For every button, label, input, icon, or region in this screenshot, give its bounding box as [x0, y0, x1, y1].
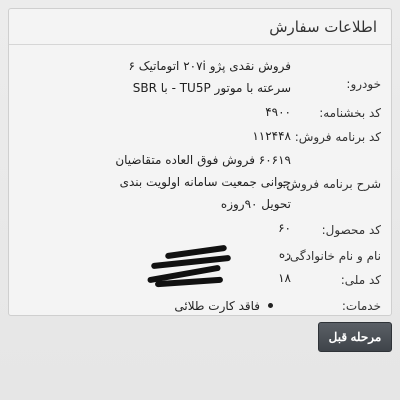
services-item-text: فاقد کارت طلائی — [174, 298, 260, 313]
vehicle-line-1: فروش نقدی پژو ۲۰۷i اتوماتیک ۶ — [128, 59, 291, 73]
vehicle-line-2: سرعته با موتور TU5P - با SBR — [132, 81, 291, 95]
order-details: خودرو: فروش نقدی پژو ۲۰۷i اتوماتیک ۶ سرع… — [9, 49, 391, 315]
services-label: خدمات: — [341, 299, 381, 313]
sale-program-desc-label: شرح برنامه فروش: — [282, 177, 381, 191]
services-list-item: فاقد کارت طلائی — [174, 295, 273, 317]
previous-step-button[interactable]: مرحله قبل — [318, 322, 392, 352]
vehicle-label: خودرو: — [346, 77, 381, 91]
national-id-label: کد ملی: — [340, 273, 381, 287]
product-code-label: کد محصول: — [321, 223, 381, 237]
panel-title: اطلاعات سفارش — [269, 17, 377, 36]
sale-program-code-value: ۱۱۲۴۴۸ — [252, 129, 291, 143]
sale-program-code-row: کد برنامه فروش: ۱۱۲۴۴۸ — [9, 125, 391, 147]
bullet-icon — [268, 303, 273, 308]
sale-program-code-label: کد برنامه فروش: — [294, 130, 381, 144]
full-name-label: نام و نام خانوادگی: — [285, 249, 381, 263]
vehicle-row: خودرو: فروش نقدی پژو ۲۰۷i اتوماتیک ۶ سرع… — [9, 55, 391, 99]
services-row: خدمات: فاقد کارت طلائی — [9, 293, 391, 317]
dealer-code-row: کد بخشنامه: ۴۹۰۰ — [9, 101, 391, 123]
sale-program-desc-row: شرح برنامه فروش: ۶۰۶۱۹ فروش فوق العاده م… — [9, 149, 391, 215]
services-list: فاقد کارت طلائی — [9, 293, 305, 317]
dealer-code-value: ۴۹۰۰ — [265, 105, 291, 119]
sale-program-desc-line-2: جوانی جمعیت سامانه اولویت بندی — [119, 175, 291, 189]
sale-program-desc-value: ۶۰۶۱۹ فروش فوق العاده متقاضیان جوانی جمع… — [9, 149, 305, 215]
full-name-text: ره — [278, 247, 291, 261]
national-id-text: ۱۸ — [278, 271, 291, 285]
sale-program-desc-line-1: ۶۰۶۱۹ فروش فوق العاده متقاضیان — [115, 153, 291, 167]
order-info-screen: اطلاعات سفارش خودرو: فروش نقدی پژو ۲۰۷i … — [0, 0, 400, 400]
product-code-value: ۶۰ — [278, 221, 291, 235]
order-info-panel: اطلاعات سفارش خودرو: فروش نقدی پژو ۲۰۷i … — [8, 8, 392, 316]
vehicle-value: فروش نقدی پژو ۲۰۷i اتوماتیک ۶ سرعته با م… — [9, 55, 305, 99]
sale-program-desc-line-3: تحویل ۹۰روزه — [220, 197, 291, 211]
dealer-code-label: کد بخشنامه: — [319, 106, 381, 120]
product-code-row: کد محصول: ۶۰ — [9, 217, 391, 239]
panel-header: اطلاعات سفارش — [9, 9, 391, 45]
